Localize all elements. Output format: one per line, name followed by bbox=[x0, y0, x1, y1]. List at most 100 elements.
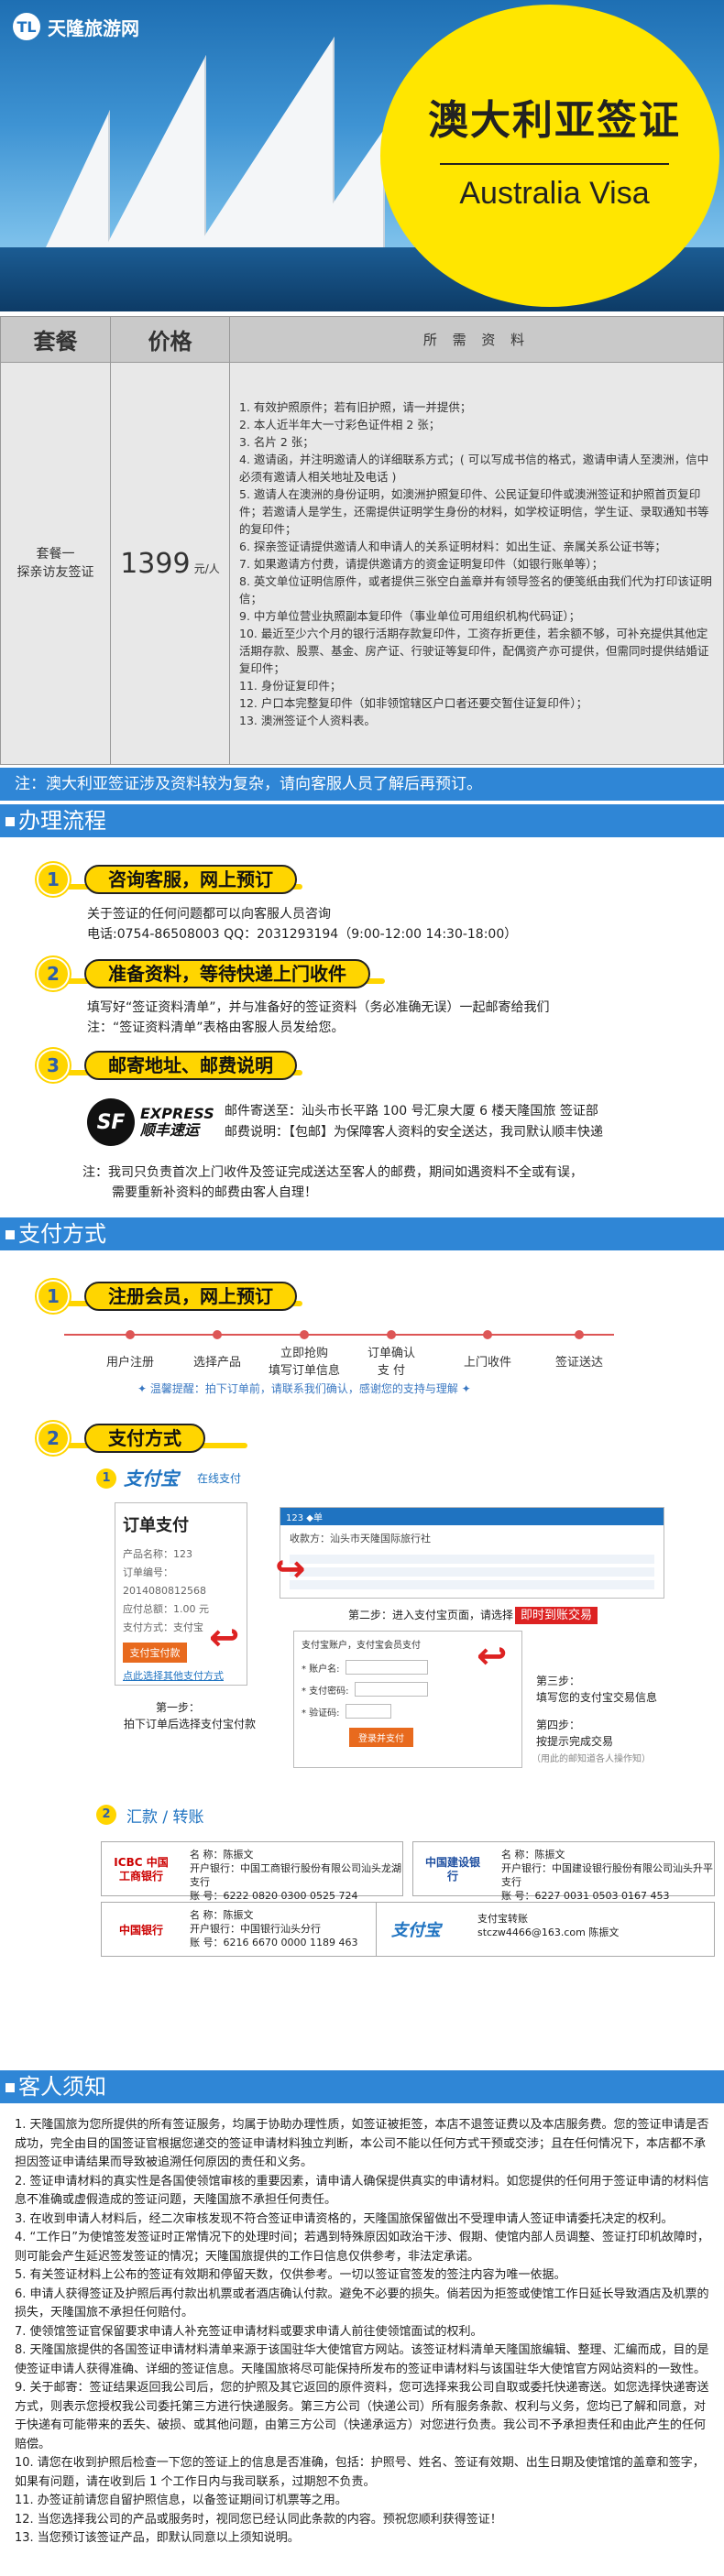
flow-step-confirm[interactable]: 订单确认支 付 bbox=[346, 1343, 437, 1378]
order-line: 应付总额：1.00 元 bbox=[123, 1603, 209, 1615]
red-arrow-icon: ↪ bbox=[275, 1548, 306, 1590]
process-step-3: 3 邮寄地址、邮费说明 bbox=[37, 1049, 297, 1082]
password-input[interactable] bbox=[354, 1682, 428, 1697]
boc-logo-icon: 中国银行 bbox=[118, 1923, 163, 1937]
step3-text-1: 邮件寄送至：汕头市长平路 100 号汇泉大厦 6 楼天隆国旅 签证部 bbox=[225, 1104, 598, 1119]
price-value: 1399 bbox=[120, 547, 191, 580]
sf-mark-icon: SF bbox=[87, 1098, 135, 1146]
requirement-item: 9. 中方单位营业执照副本复印件（事业单位可用组织机构代码证）； bbox=[239, 608, 581, 623]
red-arrow-icon: ↩ bbox=[209, 1617, 240, 1659]
requirement-item: 1. 有效护照原件；若有旧护照，请一并提供； bbox=[239, 399, 472, 414]
instant-pay-highlight[interactable]: 即时到账交易 bbox=[515, 1607, 598, 1624]
other-pay-link[interactable]: 点此选择其他支付方式 bbox=[123, 1668, 239, 1683]
cashier-row bbox=[290, 1580, 654, 1589]
requirement-item: 7. 如果邀请方付费，请提供邀请方的资金证明复印件（如银行账单等）； bbox=[239, 556, 604, 571]
ccb-logo-icon: 中国建设银行 bbox=[424, 1856, 480, 1883]
step-number: 1 bbox=[37, 1280, 70, 1313]
notice-item: 3. 在收到申请人材料后，经二次审核发现不符合签证申请资格的，天隆国旅保留做出不… bbox=[15, 2211, 674, 2226]
square-icon bbox=[5, 2083, 15, 2092]
pay-step4-b: 按提示完成交易 bbox=[536, 1735, 614, 1748]
header-package: 套餐 bbox=[0, 316, 111, 363]
process-step-2: 2 准备资料，等待快递上门收件 bbox=[37, 957, 370, 990]
hero-divider bbox=[440, 163, 669, 165]
red-arrow-icon: ↩ bbox=[477, 1635, 508, 1677]
notice-item: 7. 使领馆签证官保留要求申请人补充签证申请材料或要求申请人前往使领馆面试的权利… bbox=[15, 2324, 483, 2339]
flow-dot bbox=[300, 1330, 309, 1339]
flow-dot bbox=[387, 1330, 396, 1339]
alipay-transfer-label: 支付宝转账 bbox=[477, 1913, 528, 1925]
flow-step-confirm-line2: 支 付 bbox=[377, 1364, 406, 1378]
process-note-1: 注：我司只负责首次上门收件及签证完成送达至客人的邮费，期间如遇资料不全或有误， bbox=[82, 1165, 583, 1180]
hero-title-cn: 澳大利亚签证 bbox=[428, 97, 681, 144]
notice-item: 1. 天隆国旅为您所提供的所有签证服务，均属于协助办理性质，如签证被拒签，本店不… bbox=[15, 2118, 709, 2169]
pay-step4-c: （用此的邮知道各人操作知） bbox=[532, 1754, 651, 1764]
bank-account-name: 名 称：陈振文 bbox=[190, 1849, 254, 1861]
remit-number: 2 bbox=[96, 1805, 116, 1825]
remit-title: 汇款 / 转账 bbox=[126, 1808, 204, 1827]
order-line: 订单编号：2014080812568 bbox=[123, 1566, 206, 1597]
visa-note-bar: 注：澳大利亚签证涉及资料较为复杂，请向客服人员了解后再预订。 bbox=[0, 768, 724, 801]
brand-name: 天隆旅游网 bbox=[48, 16, 139, 39]
pay-step-2: 2 支付方式 bbox=[37, 1422, 205, 1455]
requirements-list: 1. 有效护照原件；若有旧护照，请一并提供； 2. 本人近半年大一寸彩色证件相 … bbox=[230, 393, 723, 735]
order-line: 产品名称：123 bbox=[123, 1548, 192, 1560]
package-cell: 套餐一 探亲访友签证 bbox=[0, 362, 111, 765]
flow-step-pickup[interactable]: 上门收件 bbox=[442, 1352, 533, 1370]
alipay-logo: 支付宝 bbox=[124, 1468, 179, 1490]
cashier-header: 123 ◆单 bbox=[280, 1508, 664, 1525]
package-name-line1: 套餐一 bbox=[36, 547, 75, 562]
step-label: 注册会员，网上预订 bbox=[84, 1282, 297, 1311]
flow-line bbox=[64, 1334, 614, 1336]
flow-step-deliver[interactable]: 签证送达 bbox=[533, 1352, 625, 1370]
cashier-row bbox=[290, 1555, 654, 1564]
step2-text-1: 填写好“签证资料清单”，并与准备好的签证资料（务必准确无误）一起邮寄给我们 bbox=[87, 1000, 550, 1015]
section-process-header: 办理流程 bbox=[0, 804, 724, 837]
sf-express-logo: SF EXPRESS 顺丰速运 bbox=[87, 1097, 215, 1147]
brand-logo[interactable]: TL 天隆旅游网 bbox=[13, 13, 139, 40]
notice-item: 10. 请您在收到护照后检查一下您的签证上的信息是否准确，包括：护照号、姓名、签… bbox=[15, 2456, 705, 2489]
section-pay-title: 支付方式 bbox=[18, 1221, 106, 1247]
requirement-item: 11. 身份证复印件； bbox=[239, 678, 342, 693]
login-pwd-label: * 支付密码: bbox=[302, 1686, 349, 1697]
login-code-label: * 验证码: bbox=[302, 1708, 340, 1719]
icbc-logo-icon: ICBC 中国工商银行 bbox=[114, 1856, 169, 1883]
login-pay-button[interactable]: 登录并支付 bbox=[349, 1728, 413, 1747]
notice-item: 9. 关于邮寄：签证结果返回我公司后，您的护照及其它返回的原件资料，您可选择来我… bbox=[15, 2381, 709, 2451]
step1-text-2: 电话:0754-86508003 QQ：2031293194（9:00-12:0… bbox=[87, 927, 518, 942]
requirements-cell: 1. 有效护照原件；若有旧护照，请一并提供； 2. 本人近半年大一寸彩色证件相 … bbox=[229, 362, 724, 765]
flow-step-register[interactable]: 用户注册 bbox=[84, 1352, 176, 1370]
bank-card-alipay: 支付宝 支付宝转账 stczw4466@163.com 陈振文 bbox=[376, 1902, 715, 1957]
pay-step2-text: 第二步：进入支付宝页面，请选择 bbox=[348, 1609, 514, 1621]
notice-item: 11. 办签证前请您自留护照信息，以备签证期间订机票等之用。 bbox=[15, 2494, 347, 2507]
step3-text-2: 邮费说明：【包邮】为保障客人资料的安全送达，我司默认顺丰快递 bbox=[225, 1125, 603, 1140]
bank-account-number: 账 号：6216 6670 0000 1189 463 bbox=[190, 1937, 358, 1948]
alipay-cashier-panel: 123 ◆单 收款方：汕头市天隆国际旅行社 bbox=[280, 1507, 664, 1599]
step-number: 2 bbox=[37, 1422, 70, 1455]
process-note-2: 需要重新补资料的邮费由客人自理！ bbox=[112, 1185, 317, 1200]
captcha-input[interactable] bbox=[345, 1704, 391, 1719]
alipay-pay-button[interactable]: 支付宝付款 bbox=[123, 1643, 187, 1663]
opera-sail bbox=[197, 37, 335, 247]
alipay-account: stczw4466@163.com 陈振文 bbox=[477, 1927, 620, 1938]
square-icon bbox=[5, 817, 15, 826]
flow-step-buy[interactable]: 立即抢购 填写订单信息 bbox=[258, 1343, 350, 1378]
step-label: 准备资料，等待快递上门收件 bbox=[84, 959, 370, 988]
account-input[interactable] bbox=[345, 1660, 428, 1675]
opera-sail bbox=[46, 110, 110, 247]
cashier-row bbox=[290, 1567, 654, 1577]
requirement-item: 2. 本人近半年大一寸彩色证件相 2 张； bbox=[239, 417, 441, 431]
package-table: 套餐 价格 所 需 资 料 套餐一 探亲访友签证 1399 元/人 1. 有效护… bbox=[0, 316, 724, 765]
flow-dot bbox=[126, 1330, 135, 1339]
requirement-item: 6. 探亲签证请提供邀请人和申请人的关系证明材料：如出生证、亲属关系公证书等； bbox=[239, 539, 666, 553]
notice-list: 1. 天隆国旅为您所提供的所有签证服务，均属于协助办理性质，如签证被拒签，本店不… bbox=[15, 2116, 711, 2549]
step-number: 1 bbox=[37, 863, 70, 896]
price-cell: 1399 元/人 bbox=[110, 362, 230, 765]
alipay-sub: 在线支付 bbox=[197, 1472, 242, 1485]
flow-dot bbox=[213, 1330, 222, 1339]
flow-tip: ✦ 温馨提醒：拍下订单前，请联系我们确认，感谢您的支持与理解 ✦ bbox=[137, 1382, 471, 1395]
flow-step-choose[interactable]: 选择产品 bbox=[171, 1352, 263, 1370]
flow-step-buy-line1: 立即抢购 bbox=[280, 1347, 328, 1360]
bank-card-ccb: 中国建设银行 名 称：陈振文 开户银行：中国建设银行股份有限公司汕头升平支行账 号… bbox=[412, 1841, 715, 1902]
pay-step3-b: 填写您的支付宝交易信息 bbox=[536, 1691, 658, 1704]
notice-item: 5. 有关签证材料上公布的签证有效期和停留天数，仅供参考。一切以签证官签发的签注… bbox=[15, 2268, 566, 2282]
